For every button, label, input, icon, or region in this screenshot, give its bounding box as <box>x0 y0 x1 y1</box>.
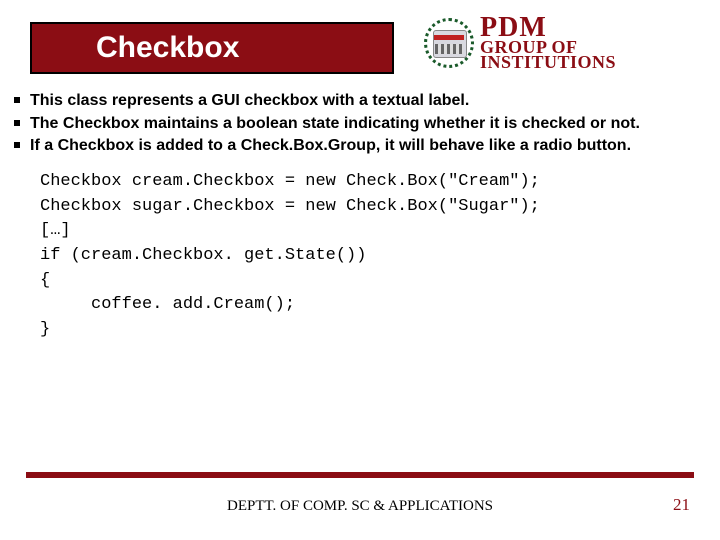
bullet-text: If a Checkbox is added to a Check.Box.Gr… <box>30 135 631 157</box>
list-item: The Checkbox maintains a boolean state i… <box>14 113 700 135</box>
title-bar: Checkbox <box>30 22 394 74</box>
bullet-icon <box>14 120 20 126</box>
footer-dept: DEPTT. OF COMP. SC & APPLICATIONS <box>0 498 720 515</box>
list-item: This class represents a GUI checkbox wit… <box>14 90 700 112</box>
logo-line3: INSTITUTIONS <box>480 55 616 70</box>
page-number: 21 <box>673 495 690 515</box>
code-line: Checkbox sugar.Checkbox = new Check.Box(… <box>40 197 540 216</box>
slide: Checkbox PDM GROUP OF INSTITUTIONS This … <box>0 0 720 540</box>
logo-text: PDM GROUP OF INSTITUTIONS <box>480 16 616 70</box>
bullet-list: This class represents a GUI checkbox wit… <box>14 90 700 158</box>
bullet-text: This class represents a GUI checkbox wit… <box>30 90 469 112</box>
code-line: […] <box>40 221 71 240</box>
logo-seal-icon <box>424 18 474 68</box>
footer-divider <box>26 472 694 478</box>
code-line: coffee. add.Cream(); <box>40 295 295 314</box>
code-line: { <box>40 271 50 290</box>
logo: PDM GROUP OF INSTITUTIONS <box>424 16 616 70</box>
code-line: if (cream.Checkbox. get.State()) <box>40 246 366 265</box>
code-block: Checkbox cream.Checkbox = new Check.Box(… <box>40 170 650 342</box>
list-item: If a Checkbox is added to a Check.Box.Gr… <box>14 135 700 157</box>
code-line: Checkbox cream.Checkbox = new Check.Box(… <box>40 172 540 191</box>
bullet-text: The Checkbox maintains a boolean state i… <box>30 113 640 135</box>
bullet-icon <box>14 142 20 148</box>
slide-title: Checkbox <box>32 31 239 65</box>
code-line: } <box>40 320 50 339</box>
logo-line1: PDM <box>480 16 616 40</box>
bullet-icon <box>14 97 20 103</box>
